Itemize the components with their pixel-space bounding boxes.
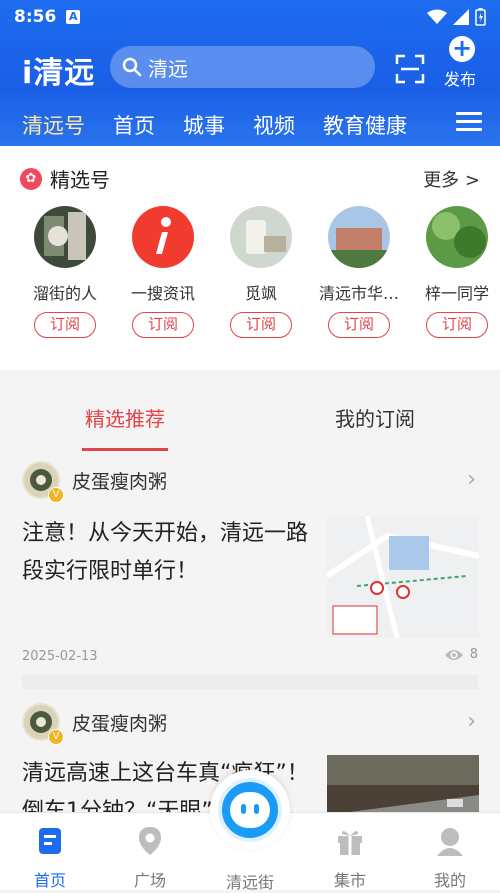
nav-profile[interactable]: 我的 [400,813,500,890]
avatar [328,206,390,268]
battery-icon [475,8,486,26]
publish-button[interactable]: + 发布 [444,36,480,90]
tab-my-subscriptions[interactable]: 我的订阅 [250,383,500,451]
verified-badge-icon: V [48,729,64,745]
view-count: 8 [444,647,478,662]
account-name: 清远市华… [318,284,399,303]
home-doc-icon [39,828,61,854]
user-icon [437,828,463,856]
chevron-right-icon[interactable]: › [467,709,476,734]
article-headline: 注意！从今天开始，清远一路段实行限时单行！ [22,521,309,584]
account-name: 溜街的人 [32,284,97,303]
account-item[interactable]: 溜街的人 订阅 [22,206,113,338]
account-name: 一搜资讯 [130,284,195,303]
tab-home[interactable]: 首页 [113,110,155,146]
app-logo: i清远 [22,56,96,91]
avatar [426,206,488,268]
subscribe-button[interactable]: 订阅 [426,312,488,338]
subscribe-button[interactable]: 订阅 [34,312,96,338]
status-bar: 8:56 A [0,0,500,34]
subscribe-button[interactable]: 订阅 [328,312,390,338]
location-pin-icon [139,827,161,855]
tab-qingyuanhao[interactable]: 清远号 [22,110,85,149]
nav-label: 我的 [433,871,466,890]
nav-label: 广场 [133,871,166,890]
subscribe-button[interactable]: 订阅 [132,312,194,338]
gift-icon [338,830,362,855]
account-item[interactable]: 一搜资讯 订阅 [115,206,211,338]
nav-label: 集市 [333,871,366,890]
status-icons [427,8,486,26]
account-name: 梓一同学 [424,284,489,303]
feed-tabs: 精选推荐 我的订阅 [0,383,500,451]
author-name: 皮蛋瘦肉粥 [72,470,168,493]
publish-label: 发布 [443,70,476,89]
mascot-icon [218,778,282,842]
account-item[interactable]: 梓一同学 订阅 [409,206,500,338]
top-bar: i清远 清远 + 发布 [0,36,500,94]
tab-recommended[interactable]: 精选推荐 [0,383,250,451]
view-count-value: 8 [469,647,478,662]
author-avatar: V [22,461,64,503]
qingyuan-street-center-button[interactable] [210,770,290,850]
account-item[interactable]: 觅飒 订阅 [213,206,309,338]
feed-card[interactable]: V 皮蛋瘦肉粥 › 注意！从今天开始，清远一路段实行限时单行！ 2025-02-… [0,461,500,683]
nav-square[interactable]: 广场 [100,813,200,890]
featured-accounts-section: ✿ 精选号 更多 > 溜街的人 订阅 一搜资讯 订阅 觅飒 订阅 清远市华… 订… [0,146,500,370]
signal-icon [453,9,469,25]
author-name: 皮蛋瘦肉粥 [72,712,168,735]
verified-badge-icon: V [48,487,64,503]
article-thumbnail [327,516,479,638]
notification-a-icon: A [66,10,81,24]
chevron-right-icon[interactable]: › [467,467,476,492]
status-time: 8:56 [14,7,57,27]
feed-section: 精选推荐 我的订阅 V 皮蛋瘦肉粥 › 注意！从今天开始，清远一路段实行限时单行… [0,383,500,877]
featured-title: 精选号 [50,168,110,192]
author-avatar: V [22,703,64,745]
accounts-list: 溜街的人 订阅 一搜资讯 订阅 觅飒 订阅 清远市华… 订阅 梓一同学 订阅 [22,206,500,346]
more-link[interactable]: 更多 > [423,166,480,192]
subscribe-button[interactable]: 订阅 [230,312,292,338]
featured-header: ✿ 精选号 更多 > [20,164,480,193]
nav-label: 首页 [33,871,66,890]
plus-icon: + [449,36,475,62]
search-icon [122,57,142,77]
article-date: 2025-02-13 [22,649,98,664]
author-row: V 皮蛋瘦肉粥 [22,703,168,745]
nav-home[interactable]: 首页 [0,813,100,890]
tab-video[interactable]: 视频 [253,110,295,146]
avatar [34,206,96,268]
search-bar[interactable]: 清远 [110,46,375,88]
avatar [132,206,194,268]
nav-label: 清远街 [225,873,274,892]
flower-icon: ✿ [20,167,42,190]
wifi-icon [427,9,447,24]
channel-menu-icon[interactable] [456,112,482,136]
channel-tabs: 清远号 首页 城事 视频 教育健康 [0,110,500,149]
tab-education-health[interactable]: 教育健康 [323,110,407,146]
author-row: V 皮蛋瘦肉粥 [22,461,168,503]
account-item[interactable]: 清远市华… 订阅 [311,206,407,338]
nav-market[interactable]: 集市 [300,813,400,890]
tab-city[interactable]: 城事 [183,110,225,146]
scan-icon[interactable] [395,54,425,84]
app-header: 8:56 A i清远 清远 + 发布 清远号 首页 城事 视频 教育健康 [0,0,500,149]
account-name: 觅飒 [244,284,277,303]
eye-icon [444,649,463,660]
avatar [230,206,292,268]
card-divider [22,675,478,689]
search-placeholder: 清远 [148,56,188,81]
